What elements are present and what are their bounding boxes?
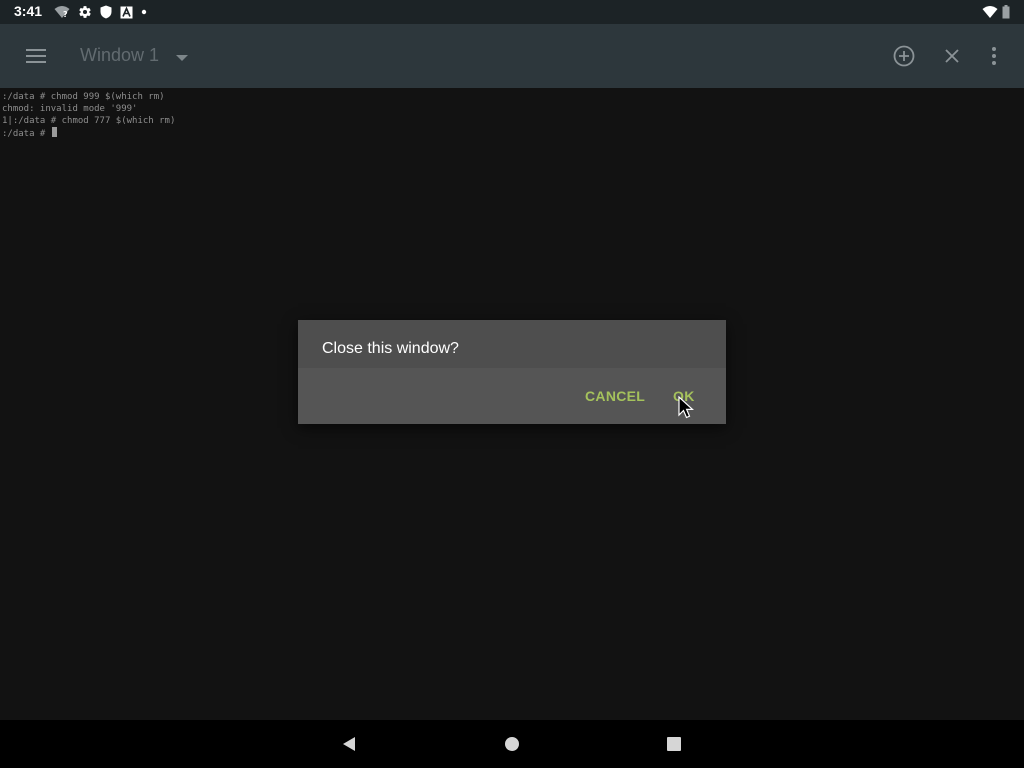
a-box-icon: [120, 6, 133, 19]
recents-icon[interactable]: [664, 734, 684, 754]
more-vert-icon[interactable]: [980, 42, 1008, 70]
close-icon[interactable]: [938, 42, 966, 70]
window-title[interactable]: Window 1: [80, 45, 159, 66]
svg-text:?: ?: [63, 10, 68, 19]
dialog-title: Close this window?: [322, 340, 459, 357]
terminal-line: 1|:/data # chmod 777 $(which rm): [2, 116, 176, 126]
menu-icon[interactable]: [16, 44, 56, 68]
cancel-button[interactable]: CANCEL: [585, 388, 645, 404]
terminal-prompt-line: :/data #: [2, 127, 57, 140]
add-circle-icon[interactable]: [890, 42, 918, 70]
app-toolbar: Window 1: [0, 24, 1024, 88]
status-icons-left: ?: [54, 4, 155, 20]
shield-icon: [100, 5, 112, 19]
status-time: 3:41: [14, 3, 43, 19]
dialog-header: Close this window?: [298, 320, 726, 368]
terminal-cursor: [51, 127, 57, 137]
home-icon[interactable]: [502, 734, 522, 754]
battery-icon: [1002, 5, 1010, 19]
navigation-bar: [0, 720, 1024, 768]
wifi-icon: [982, 5, 998, 19]
terminal-prompt: :/data #: [2, 129, 51, 139]
back-icon[interactable]: [339, 734, 359, 754]
terminal-line: :/data # chmod 999 $(which rm): [2, 92, 165, 102]
mouse-pointer-icon: [678, 395, 695, 420]
gear-icon: [78, 5, 92, 19]
status-bar: 3:41 ?: [0, 0, 1024, 24]
dot-icon: [141, 9, 147, 15]
wifi-question-icon: ?: [54, 5, 70, 19]
terminal-line: chmod: invalid mode '999': [2, 104, 138, 114]
status-icons-right: [978, 4, 1010, 20]
chevron-down-icon[interactable]: [174, 50, 190, 66]
close-window-dialog: Close this window? CANCEL OK: [298, 320, 726, 424]
